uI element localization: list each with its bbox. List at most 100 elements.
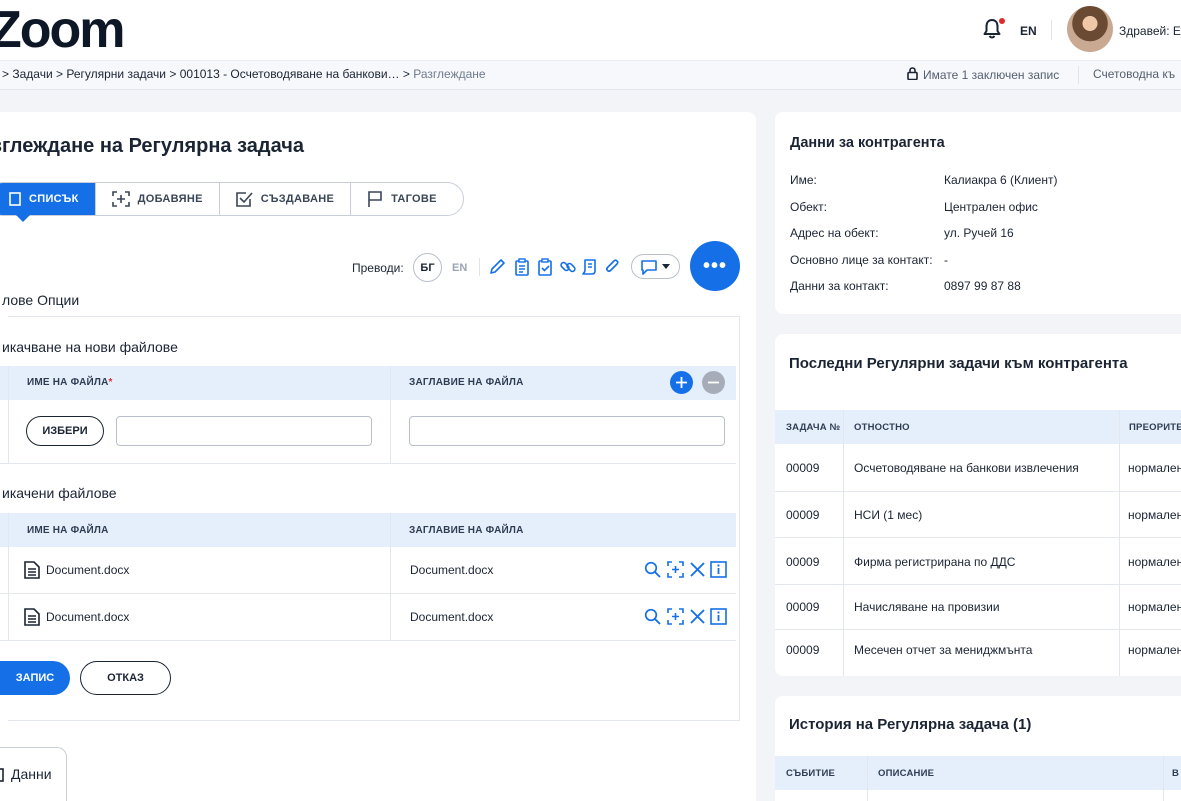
search-icon[interactable] bbox=[644, 608, 661, 625]
breadcrumb-separator: > bbox=[402, 67, 410, 81]
locked-records-text: Имате 1 заключен запис bbox=[923, 68, 1060, 82]
recent-task-subject[interactable]: НСИ (1 мес) bbox=[854, 508, 922, 522]
remove-row-button[interactable] bbox=[702, 371, 725, 394]
tab-add[interactable]: ДОБАВЯНЕ bbox=[96, 183, 220, 215]
recent-task-subject[interactable]: Начисляване на провизии bbox=[854, 600, 1000, 614]
tab-data-label: Данни bbox=[11, 766, 52, 782]
recent-task-id[interactable]: 00009 bbox=[786, 643, 819, 657]
breadcrumb-task[interactable]: 001013 - Осчетоводяване на банкови… bbox=[180, 67, 400, 81]
divider bbox=[1163, 756, 1164, 801]
accounting-firm[interactable]: Счетоводна къ bbox=[1093, 67, 1175, 81]
breadcrumb: > Задачи > Регулярни задачи > 001013 - О… bbox=[2, 67, 486, 81]
file-title-input[interactable] bbox=[409, 416, 725, 446]
tab-create[interactable]: СЪЗДАВАНЕ bbox=[220, 183, 352, 215]
file-title-cell: Document.docx bbox=[410, 563, 494, 577]
document-copy-icon[interactable] bbox=[580, 258, 598, 276]
translations-label: Преводи: bbox=[352, 261, 404, 275]
flag-icon bbox=[368, 191, 382, 207]
recent-task-priority: нормален bbox=[1128, 643, 1181, 657]
divider bbox=[775, 491, 1181, 492]
recent-task-id[interactable]: 00009 bbox=[786, 508, 819, 522]
file-options-heading: лове Опции bbox=[2, 292, 80, 308]
divider bbox=[390, 366, 391, 464]
edit-frame-icon[interactable] bbox=[667, 561, 684, 578]
recent-tasks-card bbox=[775, 334, 1181, 676]
tab-list[interactable]: СПИСЪК bbox=[0, 183, 96, 215]
save-button[interactable]: ЗАПИС bbox=[0, 661, 70, 695]
paperclip-icon[interactable] bbox=[603, 258, 621, 276]
breadcrumb-tasks[interactable]: Задачи bbox=[12, 67, 52, 81]
history-title: История на Регулярна задача (1) bbox=[789, 716, 1032, 733]
close-icon[interactable] bbox=[689, 608, 706, 625]
comment-dropdown[interactable] bbox=[631, 254, 680, 279]
divider bbox=[8, 513, 9, 641]
list-icon bbox=[9, 192, 21, 206]
info-icon[interactable] bbox=[710, 561, 727, 578]
file-name-input[interactable] bbox=[116, 416, 372, 446]
breadcrumb-separator: > bbox=[56, 67, 64, 81]
comment-icon bbox=[641, 260, 657, 275]
checkbox-icon bbox=[235, 192, 253, 207]
recent-task-id[interactable]: 00009 bbox=[786, 461, 819, 475]
active-tab-caret bbox=[16, 215, 30, 222]
edit-frame-icon[interactable] bbox=[667, 608, 684, 625]
cancel-button[interactable]: ОТКАЗ bbox=[80, 661, 171, 695]
close-icon[interactable] bbox=[689, 561, 706, 578]
clipboard-check-icon[interactable] bbox=[536, 258, 554, 276]
contractor-key: Данни за контакт: bbox=[790, 279, 889, 293]
divider bbox=[8, 366, 9, 464]
document-icon bbox=[24, 561, 40, 579]
contractor-value: Централен офис bbox=[944, 200, 1038, 214]
recent-task-subject[interactable]: Месечен отчет за мениджмънта bbox=[854, 643, 1032, 657]
recent-task-priority: нормален bbox=[1128, 461, 1181, 475]
file-name-cell: Document.docx bbox=[46, 610, 130, 624]
more-actions-button[interactable]: ••• bbox=[690, 241, 740, 291]
action-tabs: СПИСЪК ДОБАВЯНЕ СЪЗДАВАНЕ ТАГОВЕ bbox=[0, 182, 464, 216]
upload-col-file-name-text: ИМЕ НА ФАЙЛА bbox=[27, 377, 109, 388]
pencil-icon[interactable] bbox=[488, 258, 506, 276]
divider bbox=[775, 629, 1181, 630]
document-icon bbox=[24, 608, 40, 626]
lock-icon bbox=[907, 67, 918, 81]
recent-task-subject[interactable]: Осчетоводяване на банкови извлечения bbox=[854, 461, 1079, 475]
divider bbox=[1078, 66, 1079, 84]
history-header bbox=[775, 756, 1181, 790]
breadcrumb-regular-tasks[interactable]: Регулярни задачи bbox=[66, 67, 166, 81]
recent-task-id[interactable]: 00009 bbox=[786, 555, 819, 569]
lang-en-button[interactable]: EN bbox=[452, 262, 467, 274]
recent-task-id[interactable]: 00009 bbox=[786, 600, 819, 614]
recent-task-subject[interactable]: Фирма регистрирана по ДДС bbox=[854, 555, 1015, 569]
add-row-button[interactable] bbox=[670, 371, 693, 394]
plus-icon bbox=[676, 377, 687, 388]
divider bbox=[479, 258, 480, 276]
contractor-value: - bbox=[944, 253, 948, 267]
choose-file-button[interactable]: ИЗБЕРИ bbox=[26, 416, 104, 446]
tab-data[interactable]: Данни bbox=[0, 747, 67, 801]
clipboard-icon[interactable] bbox=[513, 258, 531, 276]
contractor-key: Име: bbox=[790, 173, 817, 187]
recent-col-priority: ПРЕОРИТЕ bbox=[1129, 422, 1181, 433]
recent-tasks-title: Последни Регулярни задачи към контрагент… bbox=[789, 355, 1128, 372]
chevron-down-icon bbox=[662, 264, 670, 269]
info-icon[interactable] bbox=[710, 608, 727, 625]
uploaded-col-file-title: ЗАГЛАВИЕ НА ФАЙЛА bbox=[409, 525, 524, 536]
app-logo[interactable]: Zoom bbox=[0, 2, 126, 58]
breadcrumb-separator: > bbox=[2, 67, 10, 81]
uploaded-table-header bbox=[0, 513, 736, 547]
link-icon[interactable] bbox=[559, 258, 577, 276]
tab-tags-label: ТАГОВЕ bbox=[391, 193, 437, 205]
tab-tags[interactable]: ТАГОВЕ bbox=[351, 183, 463, 215]
avatar[interactable] bbox=[1067, 6, 1113, 52]
recent-col-id: ЗАДАЧА № bbox=[786, 422, 841, 433]
lang-bg-button[interactable]: БГ bbox=[413, 253, 442, 282]
divider bbox=[0, 640, 736, 641]
language-switch[interactable]: EN bbox=[1020, 24, 1037, 38]
upload-heading: икачване на нови файлове bbox=[2, 339, 178, 355]
uploaded-col-file-name: ИМЕ НА ФАЙЛА bbox=[27, 525, 109, 536]
user-greeting[interactable]: Здравей: Е bbox=[1119, 24, 1181, 38]
divider bbox=[1119, 410, 1120, 676]
top-bar bbox=[0, 0, 1181, 60]
search-icon[interactable] bbox=[644, 561, 661, 578]
tab-create-label: СЪЗДАВАНЕ bbox=[260, 193, 335, 205]
locked-records-notice[interactable]: Имате 1 заключен запис bbox=[907, 67, 1059, 82]
